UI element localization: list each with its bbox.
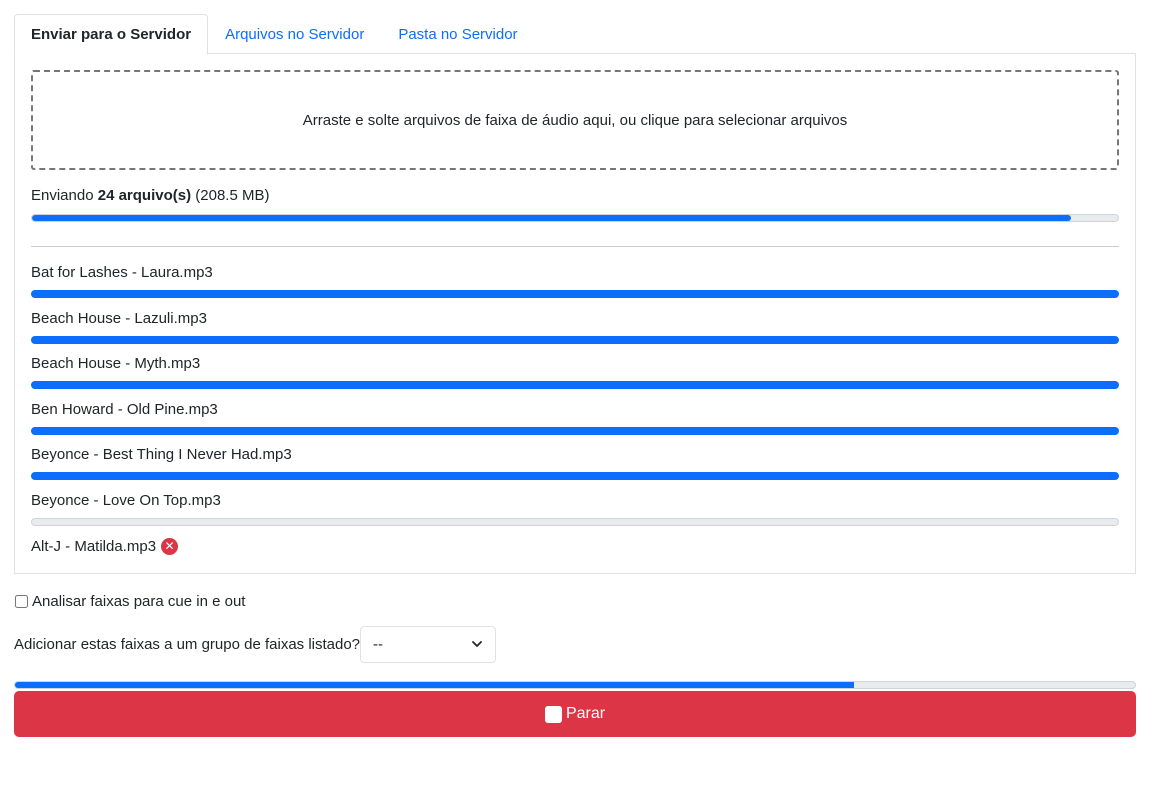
group-select-value: -- xyxy=(373,636,384,653)
group-row: Adicionar estas faixas a um grupo de fai… xyxy=(14,626,1136,663)
stop-button-label: Parar xyxy=(565,705,606,722)
analyze-row: Analisar faixas para cue in e out xyxy=(14,593,1136,610)
file-progress-fill xyxy=(32,382,1118,389)
file-row: Alt-J - Matilda.mp3 ✕ xyxy=(31,537,1119,583)
file-progress xyxy=(31,381,1119,390)
file-row: Beyonce - Love On Top.mp3 xyxy=(31,491,1119,537)
total-progress-fill xyxy=(15,682,854,688)
file-name-text: Beyonce - Best Thing I Never Had.mp3 xyxy=(31,446,292,464)
upload-summary-prefix: Enviando xyxy=(31,187,94,204)
divider xyxy=(31,246,1119,247)
upload-total-size: (208.5 MB) xyxy=(195,187,270,204)
file-progress-fill xyxy=(32,291,1118,297)
upload-summary: Enviando 24 arquivo(s) (208.5 MB) xyxy=(31,187,1119,207)
file-row: Ben Howard - Old Pine.mp3 xyxy=(31,400,1119,446)
file-name: Beach House - Lazuli.mp3 xyxy=(31,309,1119,329)
file-name: Beach House - Myth.mp3 xyxy=(31,354,1119,374)
file-name: Alt-J - Matilda.mp3 ✕ xyxy=(31,537,1119,557)
stop-button[interactable]: Parar xyxy=(14,691,1136,737)
upload-overall-progress-fill xyxy=(32,215,1072,221)
upload-file-count: 24 arquivo(s) xyxy=(97,187,192,204)
file-progress xyxy=(31,426,1119,435)
group-select[interactable]: -- xyxy=(360,626,497,663)
file-row: Beach House - Myth.mp3 xyxy=(31,354,1119,400)
file-progress-fill xyxy=(32,427,1118,434)
upload-page: Enviar para o Servidor Arquivos no Servi… xyxy=(14,14,1136,737)
file-name-text: Ben Howard - Old Pine.mp3 xyxy=(31,400,218,418)
file-progress xyxy=(31,517,1119,526)
file-row: Bat for Lashes - Laura.mp3 xyxy=(31,263,1119,309)
group-label: Adicionar estas faixas a um grupo de fai… xyxy=(14,636,361,653)
upload-panel: Arraste e solte arquivos de faixa de áud… xyxy=(14,54,1136,574)
tab-pasta-no-servidor[interactable]: Pasta no Servidor xyxy=(381,14,534,54)
analyze-checkbox[interactable] xyxy=(15,595,28,608)
file-dropzone[interactable]: Arraste e solte arquivos de faixa de áud… xyxy=(31,70,1119,170)
file-name-text: Beach House - Myth.mp3 xyxy=(31,355,201,373)
dropzone-text: Arraste e solte arquivos de faixa de áud… xyxy=(302,111,848,129)
analyze-label[interactable]: Analisar faixas para cue in e out xyxy=(32,593,245,610)
file-progress xyxy=(31,335,1119,344)
file-progress-fill xyxy=(32,336,1118,343)
file-name: Beyonce - Love On Top.mp3 xyxy=(31,491,1119,511)
file-name-text: Alt-J - Matilda.mp3 xyxy=(31,537,157,555)
tab-arquivos-no-servidor[interactable]: Arquivos no Servidor xyxy=(208,14,381,54)
file-row: Beach House - Lazuli.mp3 xyxy=(31,309,1119,355)
file-name-text: Beyonce - Love On Top.mp3 xyxy=(31,491,221,509)
file-progress xyxy=(31,472,1119,481)
file-name-text: Beach House - Lazuli.mp3 xyxy=(31,309,207,327)
chevron-down-icon xyxy=(471,637,483,653)
file-name: Beyonce - Best Thing I Never Had.mp3 xyxy=(31,445,1119,465)
stop-icon xyxy=(544,705,562,723)
file-name-text: Bat for Lashes - Laura.mp3 xyxy=(31,264,213,281)
error-icon: ✕ xyxy=(161,538,179,556)
total-progress xyxy=(14,681,1136,689)
tab-enviar-para-servidor[interactable]: Enviar para o Servidor xyxy=(14,14,209,55)
file-progress xyxy=(31,290,1119,298)
file-name: Bat for Lashes - Laura.mp3 xyxy=(31,263,1119,283)
file-progress-fill xyxy=(32,473,1118,480)
file-list: Bat for Lashes - Laura.mp3 Beach House - … xyxy=(31,263,1119,582)
upload-overall-progress xyxy=(31,214,1119,222)
file-row: Beyonce - Best Thing I Never Had.mp3 xyxy=(31,445,1119,491)
file-name: Ben Howard - Old Pine.mp3 xyxy=(31,400,1119,420)
tab-bar: Enviar para o Servidor Arquivos no Servi… xyxy=(14,14,1136,55)
